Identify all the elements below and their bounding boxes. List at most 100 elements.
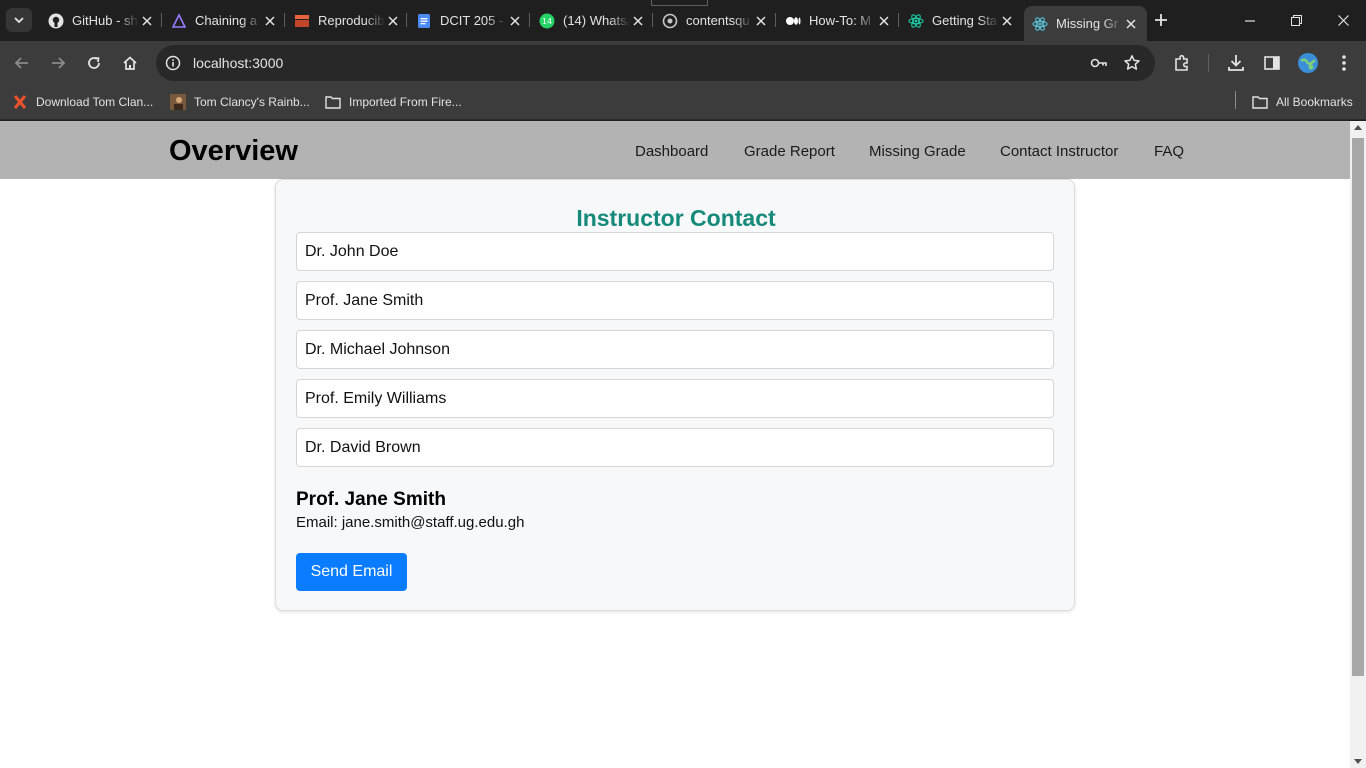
arrow-left-icon — [14, 57, 28, 69]
page-viewport: Overview Dashboard Grade Report Missing … — [0, 121, 1350, 768]
game-thumbnail-icon — [170, 94, 186, 110]
app-header: Overview Dashboard Grade Report Missing … — [0, 121, 1350, 179]
nav-dashboard[interactable]: Dashboard — [635, 143, 708, 160]
reload-icon — [88, 57, 100, 69]
nav-faq[interactable]: FAQ — [1154, 143, 1184, 160]
browser-tab[interactable]: DCIT 205 - — [408, 4, 531, 37]
browser-tab[interactable]: GitHub - sh — [40, 4, 163, 37]
home-icon — [123, 56, 137, 70]
browser-tab[interactable]: How-To: M — [777, 4, 900, 37]
nav-contact-instructor[interactable]: Contact Instructor — [1000, 143, 1118, 160]
folder-icon — [1252, 94, 1268, 110]
close-tab-icon[interactable] — [385, 13, 401, 29]
side-panel-icon — [1264, 56, 1280, 70]
bookmark-label: Imported From Fire... — [349, 95, 462, 109]
reload-button[interactable] — [80, 49, 108, 77]
tab-title: Getting Sta — [932, 13, 998, 28]
instructor-item[interactable]: Dr. David Brown — [296, 428, 1054, 467]
bookmark-item[interactable]: Download Tom Clan... — [12, 91, 153, 113]
scrollbar-thumb[interactable] — [1352, 138, 1364, 676]
browser-tab[interactable]: contentsqu — [654, 4, 777, 37]
close-tab-icon[interactable] — [630, 13, 646, 29]
back-button[interactable] — [8, 49, 36, 77]
url-text: localhost:3000 — [193, 55, 284, 71]
page-title: Overview — [169, 135, 298, 167]
close-tab-icon[interactable] — [999, 13, 1015, 29]
new-tab-button[interactable] — [1150, 9, 1172, 31]
instructor-item[interactable]: Prof. Emily Williams — [296, 379, 1054, 418]
bookmark-label: Tom Clancy's Rainb... — [194, 95, 310, 109]
puzzle-icon — [1175, 54, 1188, 71]
tab-title: (14) WhatsA — [563, 13, 630, 28]
react-icon — [1032, 16, 1048, 32]
tab-title: Reproducib — [318, 13, 385, 28]
globe-icon — [662, 13, 678, 29]
send-email-button[interactable]: Send Email — [296, 553, 407, 591]
react-icon — [908, 13, 924, 29]
scroll-down-arrow-icon[interactable] — [1354, 759, 1362, 764]
instructor-item[interactable]: Dr. John Doe — [296, 232, 1054, 271]
home-button[interactable] — [116, 49, 144, 77]
extensions-button[interactable] — [1170, 51, 1194, 75]
close-tab-icon[interactable] — [753, 13, 769, 29]
minimize-button[interactable] — [1227, 0, 1273, 41]
restore-icon — [1290, 15, 1302, 26]
browser-menu-button[interactable] — [1332, 51, 1356, 75]
tab-search-button[interactable] — [6, 8, 32, 32]
browser-tab[interactable]: Chaining a — [163, 4, 286, 37]
bookmarks-bar: Download Tom Clan... Tom Clancy's Rainb.… — [0, 85, 1366, 120]
globe-avatar-icon — [1298, 53, 1318, 73]
browser-toolbar: localhost:3000 — [0, 41, 1366, 85]
tab-title: DCIT 205 - — [440, 13, 504, 28]
bookmark-star-icon[interactable] — [1122, 53, 1142, 73]
close-window-button[interactable] — [1320, 0, 1366, 41]
chevron-down-icon — [14, 17, 24, 24]
browser-tab[interactable]: Reproducib — [286, 4, 409, 37]
close-tab-icon[interactable] — [507, 13, 523, 29]
downloads-button[interactable] — [1224, 51, 1248, 75]
bookmark-label: Download Tom Clan... — [36, 95, 154, 109]
arrow-right-icon — [52, 57, 66, 69]
forward-button[interactable] — [44, 49, 72, 77]
close-tab-icon[interactable] — [876, 13, 892, 29]
github-icon — [48, 13, 64, 29]
x-logo-icon — [12, 94, 28, 110]
browser-tab[interactable]: Getting Sta — [900, 4, 1023, 37]
nav-grade-report[interactable]: Grade Report — [744, 143, 835, 160]
page-scrollbar[interactable] — [1350, 121, 1366, 768]
minimize-icon — [1245, 19, 1255, 22]
close-icon — [1337, 15, 1349, 26]
address-bar[interactable]: localhost:3000 — [156, 45, 1155, 81]
password-key-icon[interactable] — [1089, 53, 1109, 73]
browser-tab[interactable]: 14 (14) WhatsA — [531, 4, 654, 37]
medium-icon — [785, 13, 801, 29]
all-bookmarks-folder[interactable]: All Bookmarks — [1252, 91, 1353, 113]
selected-instructor-name: Prof. Jane Smith — [296, 489, 446, 510]
bookmarks-divider — [1235, 91, 1236, 109]
selected-instructor-email: Email: jane.smith@staff.ug.edu.gh — [296, 514, 525, 531]
kebab-menu-icon — [1342, 55, 1346, 71]
triangle-logo-icon — [171, 12, 187, 29]
tab-title: How-To: M — [809, 13, 872, 28]
site-info-icon[interactable] — [164, 54, 182, 72]
instructor-item[interactable]: Prof. Jane Smith — [296, 281, 1054, 320]
whatsapp-badge: 14 — [542, 17, 552, 26]
all-bookmarks-label: All Bookmarks — [1276, 95, 1353, 109]
bookmark-item[interactable]: Tom Clancy's Rainb... — [170, 91, 310, 113]
side-panel-button[interactable] — [1260, 51, 1284, 75]
tab-title: Chaining a — [195, 13, 258, 28]
scroll-up-arrow-icon[interactable] — [1354, 125, 1362, 130]
bookmark-logo-icon — [294, 13, 310, 29]
bookmark-folder[interactable]: Imported From Fire... — [325, 91, 462, 113]
close-tab-icon[interactable] — [1123, 16, 1139, 32]
instructor-item[interactable]: Dr. Michael Johnson — [296, 330, 1054, 369]
close-tab-icon[interactable] — [262, 13, 278, 29]
restore-button[interactable] — [1273, 0, 1319, 41]
browser-tab-active[interactable]: Missing Gr — [1024, 6, 1147, 41]
tab-title: GitHub - sh — [72, 13, 138, 28]
profile-avatar[interactable] — [1296, 51, 1320, 75]
close-tab-icon[interactable] — [139, 13, 155, 29]
nav-missing-grade[interactable]: Missing Grade — [869, 143, 966, 160]
google-docs-icon — [416, 13, 432, 29]
tab-title: contentsqu — [686, 13, 750, 28]
